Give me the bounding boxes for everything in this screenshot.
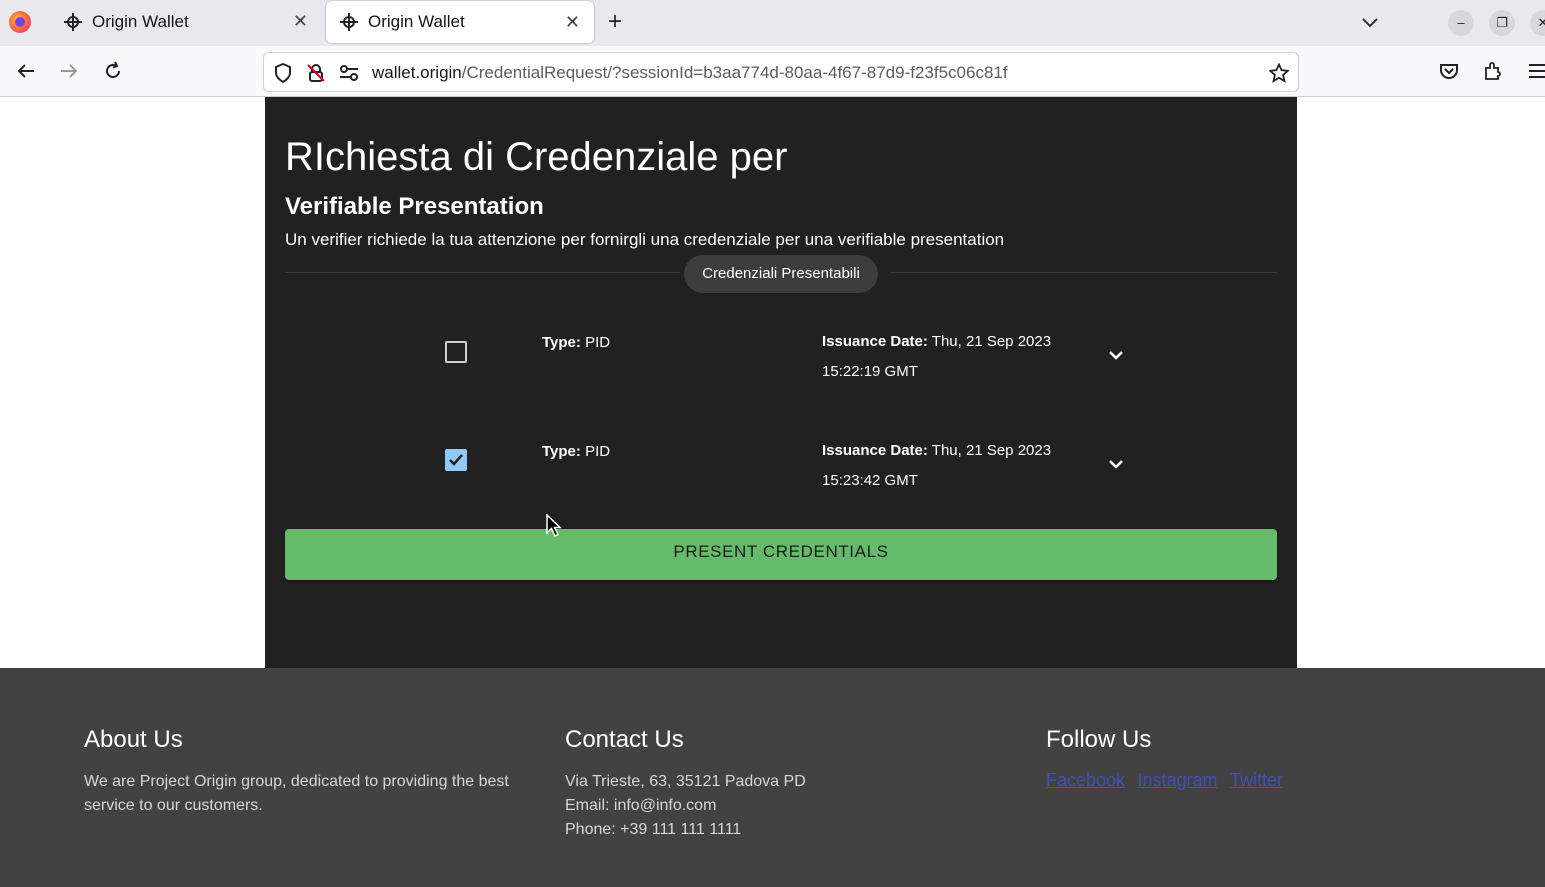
expand-chevron-icon[interactable] [1107, 346, 1125, 364]
credential-checkbox[interactable] [445, 341, 467, 363]
contact-heading: Contact Us [565, 726, 684, 753]
shield-icon[interactable] [272, 62, 294, 84]
reload-icon[interactable] [100, 58, 126, 84]
credential-row[interactable]: Type: PID Issuance Date: Thu, 21 Sep 202… [433, 333, 1133, 424]
divider-right [890, 272, 1277, 273]
expand-chevron-icon[interactable] [1107, 455, 1125, 473]
tab-title: Origin Wallet [92, 12, 189, 31]
url-text[interactable]: wallet.origin/CredentialRequest/?session… [372, 63, 1008, 83]
credential-row[interactable]: Type: PID Issuance Date: Thu, 21 Sep 202… [433, 442, 1133, 533]
follow-heading: Follow Us [1046, 726, 1152, 753]
insecure-lock-icon[interactable] [305, 62, 327, 84]
credential-type: Type: PID [542, 334, 611, 351]
crosshair-icon [64, 13, 82, 31]
extensions-puzzle-icon[interactable] [1480, 58, 1506, 84]
new-tab-plus-icon[interactable]: + [608, 8, 622, 36]
credential-request-card: RIchiesta di Credenziale per Verifiable … [265, 97, 1297, 668]
footer-contact: Contact Us Via Trieste, 63, 35121 Padova… [565, 726, 965, 842]
tab-title: Origin Wallet [368, 12, 465, 31]
back-arrow-icon[interactable] [13, 58, 39, 84]
mouse-cursor-icon [546, 513, 562, 543]
credential-checkbox-checked[interactable] [445, 449, 467, 471]
close-window-icon[interactable]: ✕ [1530, 10, 1545, 36]
minimize-window-icon[interactable]: – [1448, 10, 1474, 36]
bookmark-star-icon[interactable] [1268, 62, 1290, 84]
page-title: RIchiesta di Credenziale per [285, 135, 788, 179]
contact-address: Via Trieste, 63, 35121 Padova PD [565, 773, 806, 790]
browser-tab-bar: Origin Wallet ✕ Origin Wallet ✕ + – ❐ ✕ [0, 0, 1545, 46]
restore-window-icon[interactable]: ❐ [1489, 10, 1515, 36]
footer-about: About Us We are Project Origin group, de… [84, 726, 524, 818]
close-tab-icon[interactable]: ✕ [565, 12, 580, 33]
credential-type: Type: PID [542, 443, 611, 460]
tab-list-chevron-icon[interactable] [1360, 12, 1380, 32]
about-text: We are Project Origin group, dedicated t… [84, 773, 509, 814]
browser-tab-2[interactable]: Origin Wallet ✕ [326, 1, 594, 43]
forward-arrow-icon[interactable] [56, 58, 82, 84]
facebook-link[interactable]: Facebook [1046, 770, 1125, 790]
url-path: /CredentialRequest/?sessionId=b3aa774d-8… [461, 63, 1008, 82]
page-description: Un verifier richiede la tua attenzione p… [285, 230, 1005, 249]
crosshair-icon [340, 13, 358, 31]
pocket-icon[interactable] [1436, 58, 1462, 84]
close-tab-icon[interactable]: ✕ [293, 11, 308, 32]
firefox-logo-icon[interactable] [9, 11, 31, 33]
address-bar[interactable]: wallet.origin/CredentialRequest/?session… [263, 52, 1299, 92]
present-credentials-button[interactable]: PRESENT CREDENTIALS [285, 529, 1277, 580]
contact-email: Email: info@info.com [565, 797, 717, 814]
section-chip: Credenziali Presentabili [684, 255, 878, 293]
instagram-link[interactable]: Instagram [1138, 770, 1218, 790]
twitter-link[interactable]: Twitter [1230, 770, 1283, 790]
footer-follow: Follow Us Facebook Instagram Twitter [1046, 726, 1446, 791]
page-footer: About Us We are Project Origin group, de… [0, 668, 1545, 887]
about-heading: About Us [84, 726, 183, 753]
url-domain: wallet.origin [372, 63, 462, 82]
contact-phone: Phone: +39 111 111 1111 [565, 821, 742, 838]
checkmark-icon [449, 454, 463, 466]
browser-nav-bar: wallet.origin/CredentialRequest/?session… [0, 46, 1545, 97]
browser-tab-1[interactable]: Origin Wallet ✕ [50, 0, 322, 44]
page-subtitle: Verifiable Presentation [285, 193, 544, 220]
permissions-icon[interactable] [338, 62, 360, 84]
divider-left [285, 272, 680, 273]
hamburger-menu-icon[interactable] [1524, 58, 1545, 84]
